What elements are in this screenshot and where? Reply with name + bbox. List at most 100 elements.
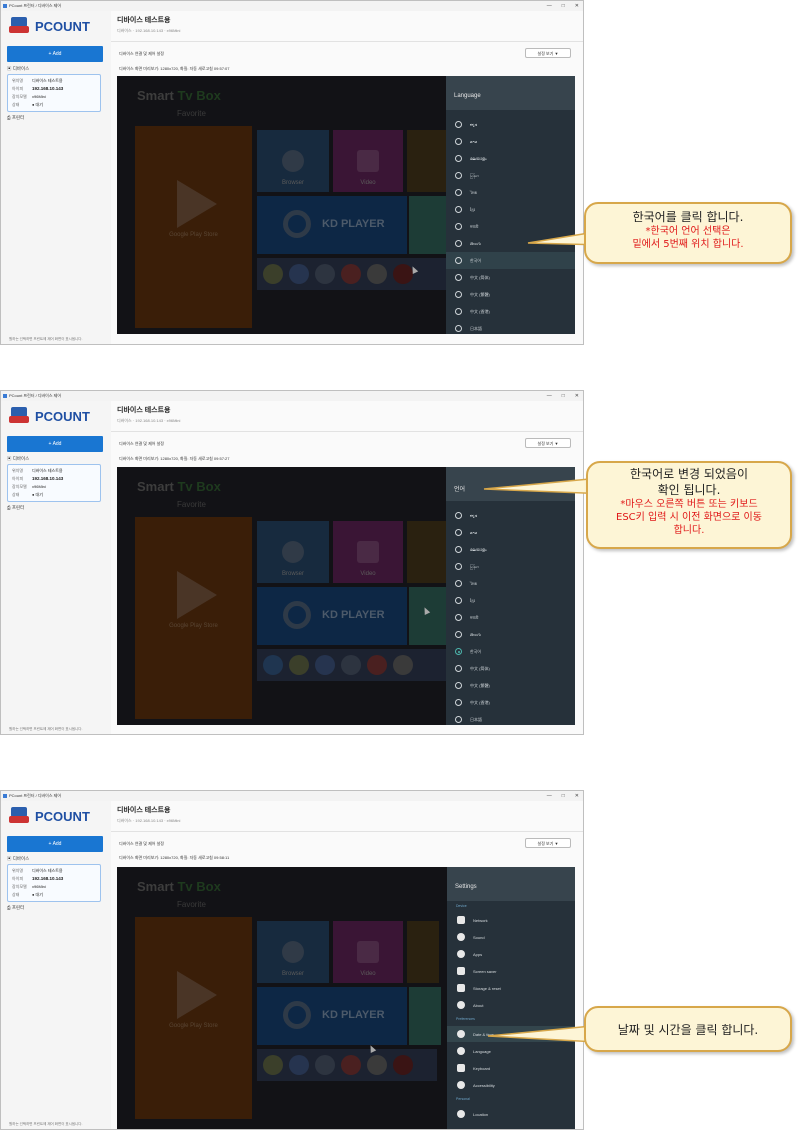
- language-option[interactable]: မြန်မာ: [446, 558, 575, 575]
- language-option[interactable]: മലയാളം: [446, 150, 575, 167]
- add-device-button[interactable]: + Add: [7, 436, 103, 452]
- language-option[interactable]: ລາວ: [446, 524, 575, 541]
- language-option[interactable]: 中文 (简体): [446, 660, 575, 677]
- settings-keyboard[interactable]: Keyboard: [447, 1060, 575, 1076]
- settings-about[interactable]: About: [447, 997, 575, 1013]
- app-icon-5[interactable]: [367, 1055, 387, 1075]
- app-icon-6[interactable]: [393, 655, 413, 675]
- facebook-icon[interactable]: [289, 1055, 309, 1075]
- settings-screen-saver[interactable]: Screen saver: [447, 963, 575, 979]
- google-play-tile[interactable]: Google Play Store: [135, 517, 252, 719]
- language-option[interactable]: ខ្មែរ: [446, 201, 575, 218]
- settings-language[interactable]: Language: [447, 1043, 575, 1059]
- office-icon[interactable]: [341, 264, 361, 284]
- view-settings-button[interactable]: 설정 보기 ▼: [525, 438, 571, 448]
- language-option[interactable]: 中文 (繁體): [446, 286, 575, 303]
- radio-icon: [455, 325, 462, 332]
- settings-storage[interactable]: Storage & reset: [447, 980, 575, 996]
- apps-tile[interactable]: [407, 921, 439, 983]
- chrome-icon[interactable]: [263, 264, 283, 284]
- office-icon[interactable]: [341, 1055, 361, 1075]
- language-option[interactable]: မြန်မာ: [446, 167, 575, 184]
- player-icon[interactable]: [315, 264, 335, 284]
- close-icon[interactable]: ✕: [575, 791, 579, 801]
- window-title: PCount 프린터 / 디바이스 제어: [9, 3, 62, 8]
- apps-tile[interactable]: [407, 521, 447, 583]
- language-option-label: తెలుగు: [470, 240, 482, 246]
- language-option[interactable]: 中文 (香港): [446, 694, 575, 711]
- add-device-button[interactable]: + Add: [7, 46, 103, 62]
- minimize-icon[interactable]: —: [547, 391, 552, 401]
- app-icon-5[interactable]: [367, 264, 387, 284]
- player-icon[interactable]: [315, 1055, 335, 1075]
- language-option[interactable]: 日本語: [446, 320, 575, 334]
- facebook-icon[interactable]: [289, 264, 309, 284]
- language-option[interactable]: తెలుగు: [446, 626, 575, 643]
- device-screen[interactable]: Smart Tv Box Favorite Google Play Store …: [117, 76, 575, 334]
- minimize-icon[interactable]: —: [547, 1, 552, 11]
- browser-tile[interactable]: Browser: [257, 130, 329, 192]
- language-option[interactable]: मराठी: [446, 609, 575, 626]
- language-option[interactable]: ລາວ: [446, 133, 575, 150]
- maximize-icon[interactable]: □: [562, 1, 565, 11]
- settings-location[interactable]: Location: [447, 1106, 575, 1122]
- language-option[interactable]: ไทย: [446, 184, 575, 201]
- printer-section[interactable]: ⎙ 프린터: [7, 505, 24, 511]
- language-option[interactable]: 한국어: [446, 252, 575, 269]
- language-option-label: मराठी: [470, 614, 479, 620]
- device-card[interactable]: 위치명 디바이스 테스트용 아이피 192.168.10.143 장치모델 x96Mi…: [7, 464, 101, 502]
- language-option[interactable]: 中文 (简体): [446, 269, 575, 286]
- kd-player-tile[interactable]: KD PLAYER: [257, 196, 407, 254]
- apps-tile[interactable]: [407, 130, 447, 192]
- browser-tile[interactable]: Browser: [257, 921, 329, 983]
- twitter-icon[interactable]: [263, 655, 283, 675]
- video-tile[interactable]: Video: [333, 921, 403, 983]
- settings-network[interactable]: Network: [447, 912, 575, 928]
- google-play-tile[interactable]: Google Play Store: [135, 126, 252, 328]
- netflix-icon[interactable]: [393, 1055, 413, 1075]
- language-option[interactable]: ខ្មែរ: [446, 592, 575, 609]
- language-option[interactable]: 中文 (繁體): [446, 677, 575, 694]
- close-icon[interactable]: ✕: [575, 1, 579, 11]
- view-settings-button[interactable]: 설정 보기 ▼: [525, 48, 571, 58]
- kd-player-tile[interactable]: KD PLAYER: [257, 587, 407, 645]
- device-screen[interactable]: Smart Tv Box Favorite Google Play Store …: [117, 467, 575, 725]
- printer-section[interactable]: ⎙ 프린터: [7, 905, 24, 911]
- maximize-icon[interactable]: □: [562, 391, 565, 401]
- divider: [111, 431, 583, 432]
- device-card[interactable]: 위치명 디바이스 테스트용 아이피 192.168.10.143 장치모델 x96Mi…: [7, 74, 101, 112]
- settings-apps[interactable]: Apps: [447, 946, 575, 962]
- chrome-icon[interactable]: [263, 1055, 283, 1075]
- settings-date-time[interactable]: Date & time: [447, 1026, 575, 1042]
- language-option[interactable]: 日本語: [446, 711, 575, 725]
- favorite-label: Favorite: [177, 109, 206, 118]
- language-option[interactable]: ไทย: [446, 575, 575, 592]
- language-option[interactable]: ಕನ್ನಡ: [446, 507, 575, 524]
- device-screen[interactable]: Smart Tv Box Favorite Google Play Store …: [117, 867, 575, 1129]
- maximize-icon[interactable]: □: [562, 791, 565, 801]
- language-option[interactable]: മലയാളം: [446, 541, 575, 558]
- language-option[interactable]: ಕನ್ನಡ: [446, 116, 575, 133]
- google-play-tile[interactable]: Google Play Store: [135, 917, 252, 1119]
- printer-section[interactable]: ⎙ 프린터: [7, 115, 24, 121]
- device-card[interactable]: 위치명 디바이스 테스트용 아이피 192.168.10.143 장치모델 x96Mi…: [7, 864, 101, 902]
- music-tile[interactable]: [409, 987, 441, 1045]
- settings-sound[interactable]: Sound: [447, 929, 575, 945]
- language-option[interactable]: मराठी: [446, 218, 575, 235]
- video-tile[interactable]: Video: [333, 521, 403, 583]
- language-option[interactable]: 한국어: [446, 643, 575, 660]
- kd-player-tile[interactable]: KD PLAYER: [257, 987, 407, 1045]
- video-tile[interactable]: Video: [333, 130, 403, 192]
- browser-tile[interactable]: Browser: [257, 521, 329, 583]
- close-icon[interactable]: ✕: [575, 391, 579, 401]
- player-icon[interactable]: [341, 655, 361, 675]
- language-option[interactable]: 中文 (香港): [446, 303, 575, 320]
- language-option[interactable]: తెలుగు: [446, 235, 575, 252]
- minimize-icon[interactable]: —: [547, 791, 552, 801]
- office-icon[interactable]: [367, 655, 387, 675]
- add-device-button[interactable]: + Add: [7, 836, 103, 852]
- settings-accessibility[interactable]: Accessibility: [447, 1077, 575, 1093]
- facebook-icon[interactable]: [315, 655, 335, 675]
- chrome-icon[interactable]: [289, 655, 309, 675]
- view-settings-button[interactable]: 설정 보기 ▼: [525, 838, 571, 848]
